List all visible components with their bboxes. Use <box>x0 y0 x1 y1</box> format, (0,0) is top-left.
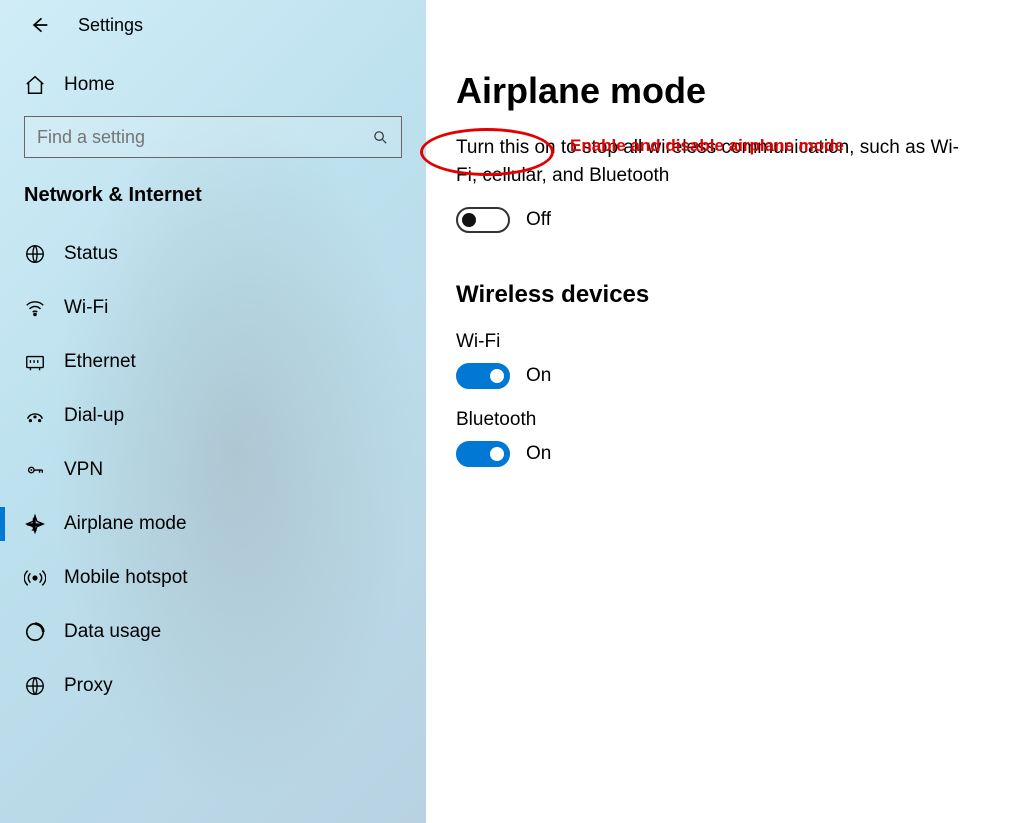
sidebar-item-vpn[interactable]: VPN <box>0 443 426 497</box>
vpn-icon <box>24 459 46 481</box>
main-content: Airplane mode Turn this on to stop all w… <box>426 0 1024 823</box>
sidebar-item-ethernet[interactable]: Ethernet <box>0 335 426 389</box>
globe-icon <box>24 243 46 265</box>
toggle-label: On <box>526 365 551 387</box>
dialup-icon <box>24 405 46 427</box>
back-button[interactable] <box>28 14 50 36</box>
ethernet-icon <box>24 351 46 373</box>
sidebar-item-status[interactable]: Status <box>0 227 426 281</box>
sidebar-item-airplane-mode[interactable]: Airplane mode <box>0 497 426 551</box>
device-wi-fi: Wi-Fi On <box>456 331 978 389</box>
sidebar-item-mobile-hotspot[interactable]: Mobile hotspot <box>0 551 426 605</box>
device-name-label: Bluetooth <box>456 409 978 431</box>
sidebar-item-label: VPN <box>64 459 103 481</box>
arrow-left-icon <box>29 15 49 35</box>
sidebar-item-label: Dial-up <box>64 405 124 427</box>
sidebar-nav: Status Wi-Fi Ethernet Dial-up VPN Airplane mo… <box>0 227 426 713</box>
bluetooth-toggle[interactable] <box>456 441 510 467</box>
device-name-label: Wi-Fi <box>456 331 978 353</box>
airplane-toggle[interactable] <box>456 207 510 233</box>
device-bluetooth: Bluetooth On <box>456 409 978 467</box>
hotspot-icon <box>24 567 46 589</box>
sidebar-item-label: Data usage <box>64 621 161 643</box>
home-label: Home <box>64 74 115 96</box>
sidebar-item-wi-fi[interactable]: Wi-Fi <box>0 281 426 335</box>
window-title: Settings <box>78 15 143 36</box>
category-title: Network & Internet <box>0 176 426 227</box>
sidebar-item-home[interactable]: Home <box>0 50 426 116</box>
wireless-devices-heading: Wireless devices <box>456 281 978 309</box>
page-description: Turn this on to stop all wireless commun… <box>456 134 978 189</box>
airplane-toggle-row: Off <box>456 207 978 233</box>
airplane-toggle-label: Off <box>526 209 551 231</box>
home-icon <box>24 74 46 96</box>
search-field[interactable] <box>37 127 372 148</box>
wi-fi-toggle[interactable] <box>456 363 510 389</box>
sidebar-item-dial-up[interactable]: Dial-up <box>0 389 426 443</box>
sidebar-item-label: Ethernet <box>64 351 136 373</box>
page-title: Airplane mode <box>456 70 978 112</box>
settings-sidebar: Settings Home Network & Internet Status W… <box>0 0 426 823</box>
sidebar-item-proxy[interactable]: Proxy <box>0 659 426 713</box>
proxy-icon <box>24 675 46 697</box>
search-input[interactable] <box>24 116 402 158</box>
sidebar-item-label: Wi-Fi <box>64 297 108 319</box>
airplane-icon <box>24 513 46 535</box>
toggle-label: On <box>526 443 551 465</box>
search-icon <box>372 129 389 146</box>
sidebar-item-label: Proxy <box>64 675 113 697</box>
sidebar-item-label: Mobile hotspot <box>64 567 188 589</box>
sidebar-item-data-usage[interactable]: Data usage <box>0 605 426 659</box>
wifi-icon <box>24 297 46 319</box>
sidebar-item-label: Status <box>64 243 118 265</box>
sidebar-item-label: Airplane mode <box>64 513 187 535</box>
datausage-icon <box>24 621 46 643</box>
